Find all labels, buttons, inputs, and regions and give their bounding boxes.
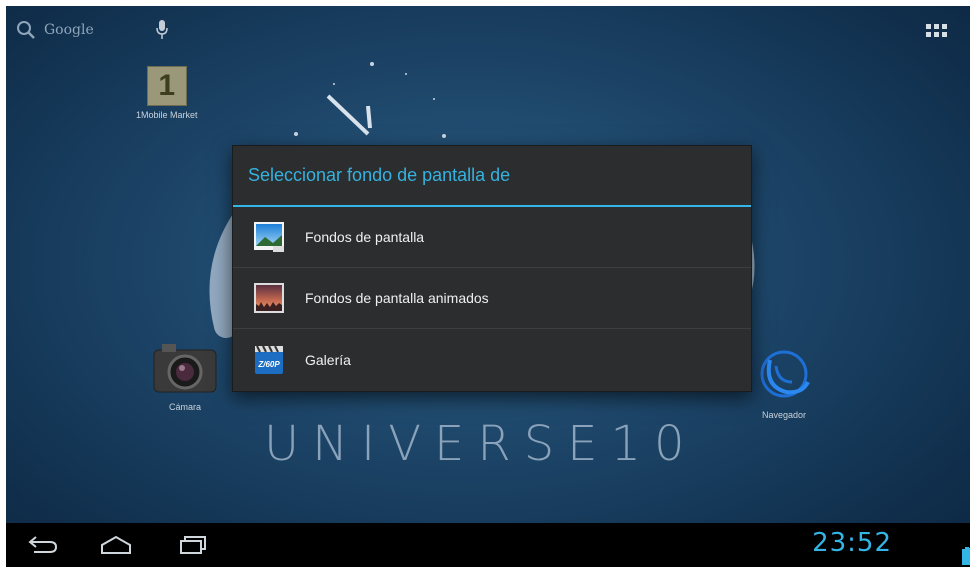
battery-icon <box>962 547 970 565</box>
back-icon[interactable] <box>28 535 58 555</box>
market-tile-text: 1 <box>158 69 176 102</box>
dialog-title: Seleccionar fondo de pantalla de <box>233 146 751 207</box>
camera-icon <box>153 344 217 393</box>
shortcut-label: Navegador <box>761 410 807 420</box>
home-icon[interactable] <box>100 535 132 555</box>
option-live-wallpapers[interactable]: Fondos de pantalla animados <box>233 268 751 329</box>
option-label: Galería <box>305 351 351 368</box>
wallpapers-icon <box>254 222 284 252</box>
svg-text:Z/60P: Z/60P <box>257 360 280 369</box>
shortcut-browser[interactable]: Navegador <box>756 346 812 420</box>
option-label: Fondos de pantalla <box>305 229 425 245</box>
home-screen: Google UNIVERSE10 1 1Mobile Market Cámar… <box>6 6 970 567</box>
gallery-icon: Z/60P <box>255 345 283 374</box>
live-wallpapers-icon <box>254 283 284 313</box>
option-label: Fondos de pantalla animados <box>305 290 489 306</box>
status-clock[interactable]: 23:52 <box>812 528 892 558</box>
search-label: Google <box>44 22 94 38</box>
shortcut-camera[interactable]: Cámara <box>150 342 220 412</box>
browser-globe-icon <box>760 350 810 398</box>
option-wallpapers[interactable]: Fondos de pantalla <box>233 207 751 268</box>
search-icon <box>17 21 35 39</box>
all-apps-icon[interactable] <box>926 24 948 40</box>
system-navigation-bar: 23:52 <box>6 523 970 567</box>
option-gallery[interactable]: Z/60P Galería <box>233 329 751 390</box>
1mobile-market-icon: 1 <box>146 66 187 106</box>
wallpaper-chooser-dialog: Seleccionar fondo de pantalla de Fondos … <box>232 145 752 392</box>
shortcut-1mobile-market[interactable]: 1 1Mobile Market <box>136 66 198 120</box>
google-search-bar[interactable]: Google <box>16 20 94 40</box>
voice-search-icon[interactable] <box>156 20 168 40</box>
wallpaper-brand-text: UNIVERSE10 <box>264 416 698 472</box>
recent-apps-icon[interactable] <box>178 535 208 555</box>
shortcut-label: 1Mobile Market <box>136 110 198 120</box>
shortcut-label: Cámara <box>168 402 201 412</box>
